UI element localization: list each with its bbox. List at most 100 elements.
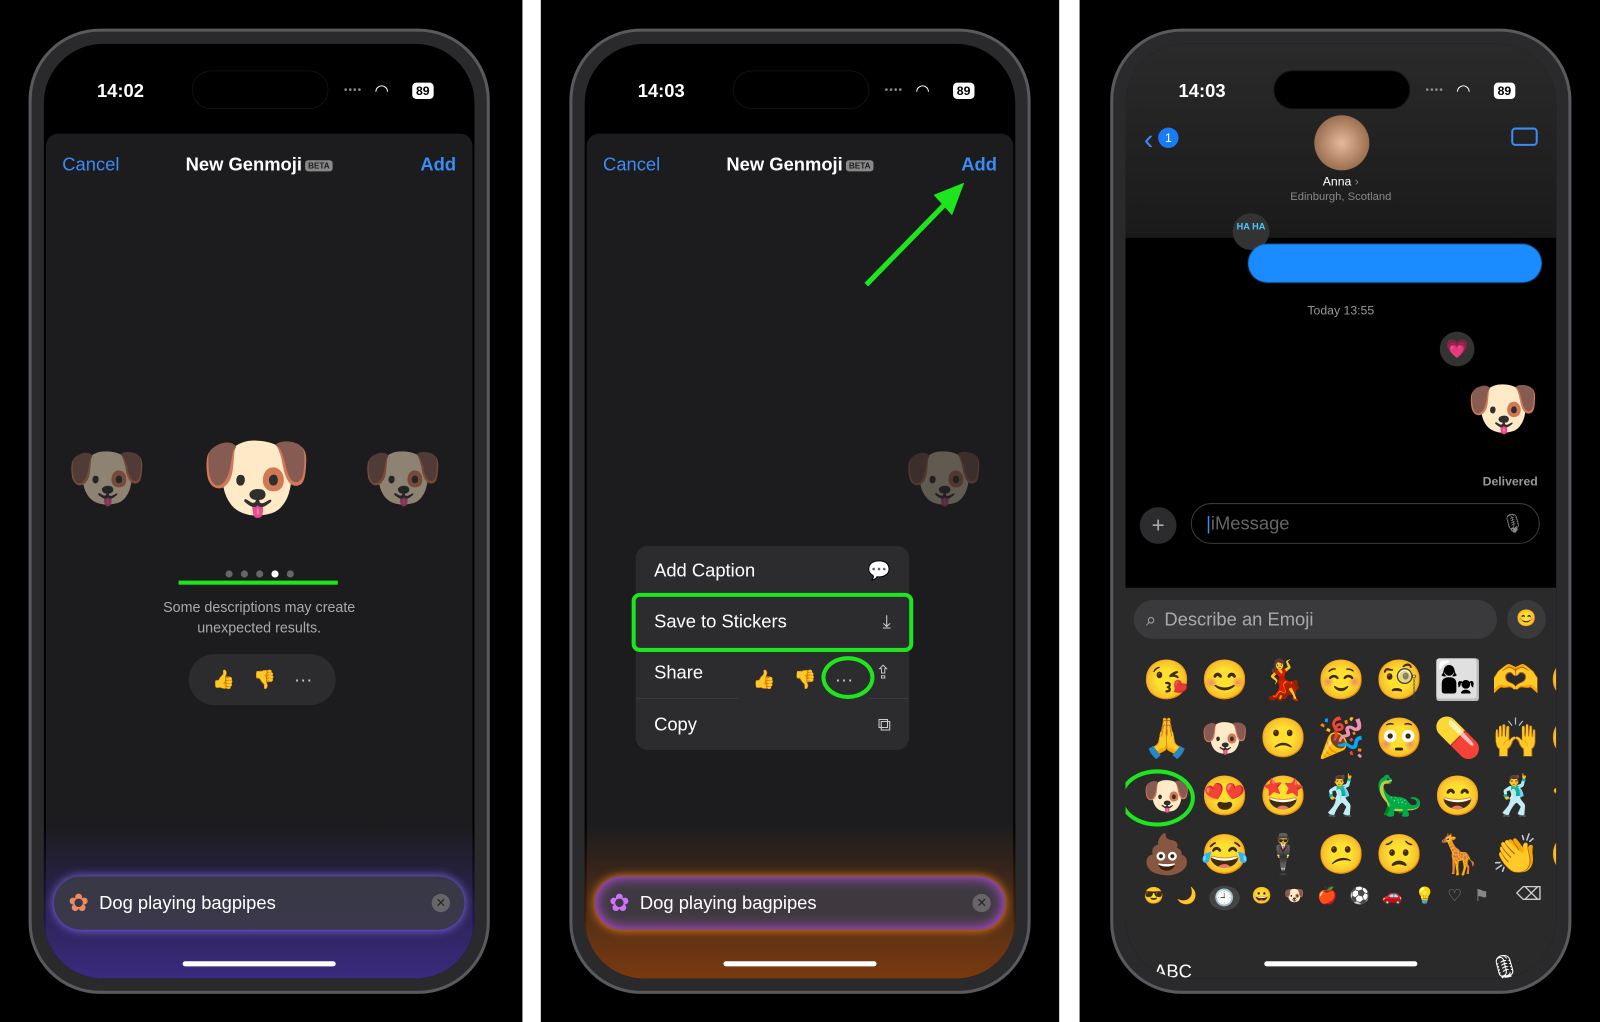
emoji-key[interactable]: 🦒 (1429, 826, 1487, 884)
page-dot[interactable] (270, 570, 279, 578)
tapback-heart[interactable]: 💗 (1439, 331, 1475, 367)
plus-button[interactable]: + (1139, 507, 1177, 544)
emoji-key[interactable]: 😶 (1545, 709, 1556, 767)
emoji-key[interactable]: 😕 (1312, 826, 1370, 884)
emoji-key[interactable]: 😄 (1429, 767, 1487, 825)
emoji-key[interactable]: 🙏 (1138, 709, 1196, 767)
menu-item-label: Copy (654, 713, 697, 735)
battery-icon: 89 (1493, 82, 1516, 99)
thumbs-up-icon[interactable]: 👍 (212, 669, 235, 690)
emoji-key[interactable]: ☺️ (1312, 651, 1370, 709)
prompt-field[interactable]: ✿ Dog playing bagpipes ✕ (54, 876, 465, 930)
emoji-key[interactable]: 🕴 (1254, 826, 1312, 884)
emoji-grid: 😘😊💃☺️🧐👩‍👧🫶😀🙏🐶🙁🎉😳💊🙌😶🐶😍🤩🕺🦕😄🕺👈💩😂🕴😕😟🦒👏😁 (1138, 651, 1556, 884)
phone-2: 14:03 •••• ◠ 89 Cancel New Genmoji BETA A… (569, 28, 1031, 994)
emoji-category-icon[interactable]: 😎 (1144, 886, 1164, 910)
genmoji-next[interactable]: 🐶 (362, 440, 443, 517)
menu-item[interactable]: Save to Stickers ⤓ (631, 592, 914, 653)
emoji-key[interactable]: 😍 (1196, 767, 1254, 825)
genmoji-sticker[interactable]: 🐶 (1466, 374, 1540, 443)
emoji-search-field[interactable]: ⌕ Describe an Emoji (1133, 599, 1497, 639)
genmoji-prev[interactable]: 🐶 (66, 440, 147, 517)
chevron-right-icon: › (1354, 174, 1359, 189)
emoji-search-placeholder: Describe an Emoji (1164, 608, 1314, 630)
video-call-icon[interactable] (1511, 127, 1538, 146)
emoji-key[interactable]: 😁 (1545, 826, 1556, 884)
emoji-key[interactable]: 😊 (1196, 651, 1254, 709)
clock: 14:02 (96, 80, 144, 102)
emoji-category-icon[interactable]: ⚽ (1350, 886, 1370, 910)
sent-message-bubble[interactable] (1247, 243, 1542, 283)
phone-3: ‹ 1 Anna › Edinburgh, Scotland HA HA Tod… (1110, 28, 1572, 994)
battery-icon: 89 (952, 82, 975, 99)
more-icon[interactable]: ··· (294, 669, 312, 690)
emoji-key[interactable]: 🙁 (1254, 709, 1312, 767)
clear-icon[interactable]: ✕ (972, 893, 991, 913)
emoji-key[interactable]: 👩‍👧 (1429, 651, 1487, 709)
emoji-key[interactable]: 🎉 (1312, 709, 1370, 767)
delete-icon[interactable]: ⌫ (1516, 884, 1542, 905)
page-dot[interactable] (224, 570, 233, 578)
battery-icon: 89 (411, 82, 434, 99)
emoji-key[interactable]: 💩 (1138, 826, 1196, 884)
genmoji-create-button[interactable]: 😊 (1507, 599, 1546, 639)
clear-icon[interactable]: ✕ (431, 893, 450, 913)
emoji-key[interactable]: 🕺 (1312, 767, 1370, 825)
page-dot[interactable] (255, 570, 263, 578)
emoji-key[interactable]: 👈 (1545, 767, 1556, 825)
prompt-text: Dog playing bagpipes (99, 892, 276, 913)
avatar[interactable] (1314, 115, 1370, 171)
menu-item[interactable]: Add Caption 💬 (635, 546, 910, 597)
contact-name[interactable]: Anna › (1126, 174, 1557, 188)
delivered-status: Delivered (1482, 474, 1538, 489)
thumbs-down-icon[interactable]: 👎 (253, 669, 276, 690)
emoji-key[interactable]: 💃 (1254, 651, 1312, 709)
dictation-icon[interactable]: 🎙 (1501, 513, 1524, 534)
add-button[interactable]: Add (961, 154, 997, 175)
microphone-icon[interactable]: 🎙 (1488, 953, 1522, 979)
emoji-category-icon[interactable]: 🌙 (1176, 886, 1196, 910)
emoji-category-icon[interactable]: 🐶 (1284, 886, 1304, 910)
emoji-key[interactable]: 🦕 (1370, 767, 1428, 825)
emoji-key[interactable]: 🙌 (1487, 709, 1545, 767)
signal-icon: •••• (884, 84, 904, 96)
emoji-key[interactable]: 😀 (1545, 651, 1556, 709)
emoji-category-icon[interactable]: ♡ (1447, 886, 1462, 910)
menu-item[interactable]: Copy ⧉ (636, 699, 909, 750)
emoji-category-icon[interactable]: 😀 (1252, 886, 1272, 910)
prompt-field[interactable]: ✿ Dog playing bagpipes ✕ (594, 876, 1006, 930)
page-dot[interactable] (240, 570, 248, 578)
feedback-bar: 👍 👎 ··· (188, 654, 336, 706)
emoji-key[interactable]: 🐶 (1196, 709, 1254, 767)
emoji-key[interactable]: 🫶 (1487, 651, 1545, 709)
page-dot[interactable] (286, 570, 294, 578)
emoji-key[interactable]: 😳 (1370, 709, 1428, 767)
emoji-key[interactable]: 😟 (1370, 826, 1428, 884)
sheet-title: New Genmoji BETA (587, 154, 1014, 175)
thumbs-up-icon[interactable]: 👍 (753, 669, 776, 690)
add-button[interactable]: Add (420, 154, 456, 175)
emoji-key[interactable]: 🤩 (1254, 767, 1312, 825)
emoji-category-icon[interactable]: 🕘 (1209, 885, 1240, 911)
emoji-key[interactable]: 👏 (1487, 826, 1545, 884)
emoji-key[interactable]: 😘 (1138, 651, 1196, 709)
status-bar: 14:03 •••• ◠ 89 (1126, 70, 1557, 110)
emoji-keyboard: ⌕Describe an Emoji 😊 😘😊💃☺️🧐👩‍👧🫶😀🙏🐶🙁🎉😳💊🙌😶… (1125, 587, 1557, 979)
back-icon[interactable]: ‹ (1144, 123, 1154, 156)
thumbs-down-icon[interactable]: 👎 (794, 669, 817, 690)
message-input[interactable]: | iMessage 🎙 (1190, 503, 1540, 544)
clock: 14:03 (1178, 80, 1226, 102)
emoji-key[interactable]: 💊 (1429, 709, 1487, 767)
emoji-key[interactable]: 🕺 (1487, 767, 1545, 825)
abc-button[interactable]: ABC (1154, 961, 1192, 978)
more-highlight-annotation (821, 656, 875, 699)
emoji-key[interactable]: 😂 (1196, 826, 1254, 884)
emoji-category-icon[interactable]: 💡 (1415, 886, 1435, 910)
genmoji-icon: ✿ (609, 889, 630, 917)
swipe-arrow-annotation (178, 580, 338, 585)
emoji-key[interactable]: 🧐 (1370, 651, 1428, 709)
emoji-category-icon[interactable]: 🍎 (1317, 886, 1337, 910)
emoji-category-icon[interactable]: ⚑ (1474, 886, 1489, 910)
caption-icon: 💬 (867, 560, 891, 581)
emoji-category-icon[interactable]: 🚗 (1382, 886, 1402, 910)
